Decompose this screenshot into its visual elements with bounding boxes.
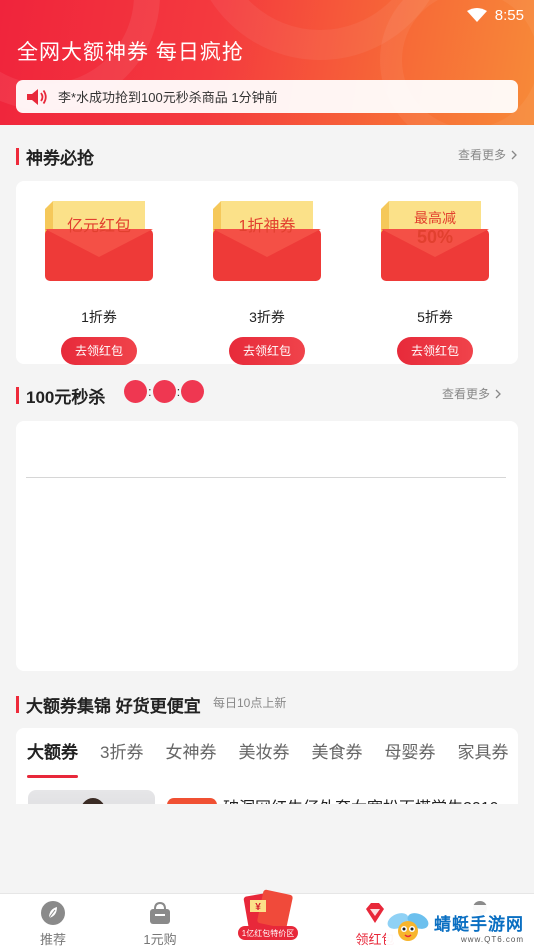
- flash-more-link[interactable]: 查看更多: [442, 385, 502, 402]
- more-label: 查看更多: [458, 148, 507, 162]
- status-bar: 8:55: [466, 4, 524, 26]
- claim-coupon-button[interactable]: 去领红包: [229, 337, 305, 365]
- watermark: 蜻蜓手游网 www.QT6.com: [386, 905, 534, 949]
- watermark-url: www.QT6.com: [460, 935, 524, 944]
- watermark-text: 蜻蜓手游网 www.QT6.com: [434, 910, 524, 944]
- red-envelope-icon: 亿元红包: [45, 201, 153, 281]
- ticker-text: 李*水成功抢到100元秒杀商品 1分钟前: [58, 90, 278, 105]
- tab-furniture[interactable]: 家具券: [446, 728, 518, 778]
- product-tag: [167, 798, 217, 804]
- claim-coupon-button[interactable]: 去领红包: [397, 337, 473, 365]
- tab-big-coupon[interactable]: 大额券: [16, 728, 89, 778]
- product-title[interactable]: 破洞网红牛仔外套女宽松百搭学生2019: [223, 794, 499, 804]
- claim-coupon-button[interactable]: 去领红包: [61, 337, 137, 365]
- nav-item-one-yuan[interactable]: 1元购: [115, 894, 205, 949]
- coupon-section-heading: 神券必抢: [16, 144, 94, 169]
- tab-food[interactable]: 美食券: [300, 728, 373, 778]
- heading-accent-bar: [16, 387, 19, 404]
- big-coupon-heading: 大额券集锦 好货更便宜: [16, 692, 201, 717]
- countdown-timer: : :: [124, 380, 205, 403]
- header-slogan: 全网大额神券 每日疯抢: [17, 41, 244, 64]
- more-label: 查看更多: [442, 387, 491, 401]
- coupon-card: 亿元红包 1折券 去领红包 1折神券 3折券 去领红包 最高减 50% 5折券 …: [16, 181, 518, 365]
- coupon-artwork-text: 亿元红包: [67, 217, 131, 235]
- dragonfly-logo-icon: [387, 913, 429, 941]
- yuan-symbol: ¥: [255, 902, 261, 913]
- notification-ticker[interactable]: 李*水成功抢到100元秒杀商品 1分钟前: [16, 80, 518, 113]
- countdown-minutes: [152, 380, 176, 403]
- countdown-separator: :: [176, 384, 181, 399]
- coupon-artwork-text: 最高减: [414, 210, 456, 226]
- wifi-icon: [466, 8, 487, 22]
- header-banner: 8:55 全网大额神券 每日疯抢 李*水成功抢到100元秒杀商品 1分钟前: [0, 0, 534, 125]
- tab-beauty[interactable]: 美妆券: [227, 728, 300, 778]
- update-note: 每日10点上新: [213, 696, 287, 710]
- countdown-seconds: [181, 380, 205, 403]
- tab-baby[interactable]: 母婴券: [373, 728, 446, 778]
- bag-icon: [150, 901, 170, 924]
- tab-goddess[interactable]: 女神券: [154, 728, 227, 778]
- coupon-artwork-text: 50%: [417, 227, 453, 247]
- nav-label: 1元购: [143, 932, 177, 947]
- flash-sale-card: [16, 421, 518, 671]
- countdown-separator: :: [148, 384, 152, 399]
- clock: 8:55: [494, 6, 524, 24]
- diamond-icon: [366, 903, 384, 923]
- section-title: 大额券集锦 好货更便宜: [26, 697, 201, 716]
- coupon-item[interactable]: 亿元红包 1折券 去领红包: [34, 199, 164, 365]
- speaker-icon: [27, 88, 47, 105]
- promo-badge-text: 1亿红包特价区: [242, 928, 294, 938]
- chevron-right-icon: [495, 389, 501, 398]
- category-tabs: 大额券 3折券 女神券 美妆券 美食券 母婴券 家具券: [16, 728, 518, 778]
- coupon-item[interactable]: 1折神券 3折券 去领红包: [202, 199, 332, 365]
- chevron-right-icon: [511, 150, 517, 159]
- flash-section-heading: 100元秒杀: [16, 383, 105, 408]
- countdown-hours: [124, 380, 147, 403]
- divider: [26, 477, 506, 478]
- watermark-title: 蜻蜓手游网: [434, 915, 524, 934]
- section-title: 100元秒杀: [26, 388, 106, 407]
- heading-accent-bar: [16, 148, 19, 165]
- leaf-icon: [41, 901, 65, 925]
- coupon-artwork-text: 1折神券: [239, 217, 296, 235]
- coupon-name: 3折券: [249, 309, 285, 325]
- promo-badge[interactable]: ¥ 1亿红包特价区: [236, 888, 300, 946]
- tab-30-off[interactable]: 3折券: [89, 728, 154, 778]
- nav-item-recommend[interactable]: 推荐: [8, 894, 98, 949]
- nav-label: 推荐: [39, 932, 66, 947]
- section-title: 神券必抢: [26, 149, 94, 168]
- heading-accent-bar: [16, 696, 19, 713]
- coupon-item[interactable]: 最高减 50% 5折券 去领红包: [370, 199, 500, 365]
- product-thumbnail[interactable]: [28, 790, 155, 804]
- category-tabs-card: 大额券 3折券 女神券 美妆券 美食券 母婴券 家具券 破洞网红牛仔外套女宽松百…: [16, 728, 518, 804]
- coupon-name: 5折券: [417, 309, 453, 325]
- coupon-name: 1折券: [81, 309, 117, 325]
- coupon-more-link[interactable]: 查看更多: [458, 146, 518, 163]
- red-envelope-icon: 最高减 50%: [381, 201, 489, 281]
- red-envelope-icon: 1折神券: [213, 201, 321, 281]
